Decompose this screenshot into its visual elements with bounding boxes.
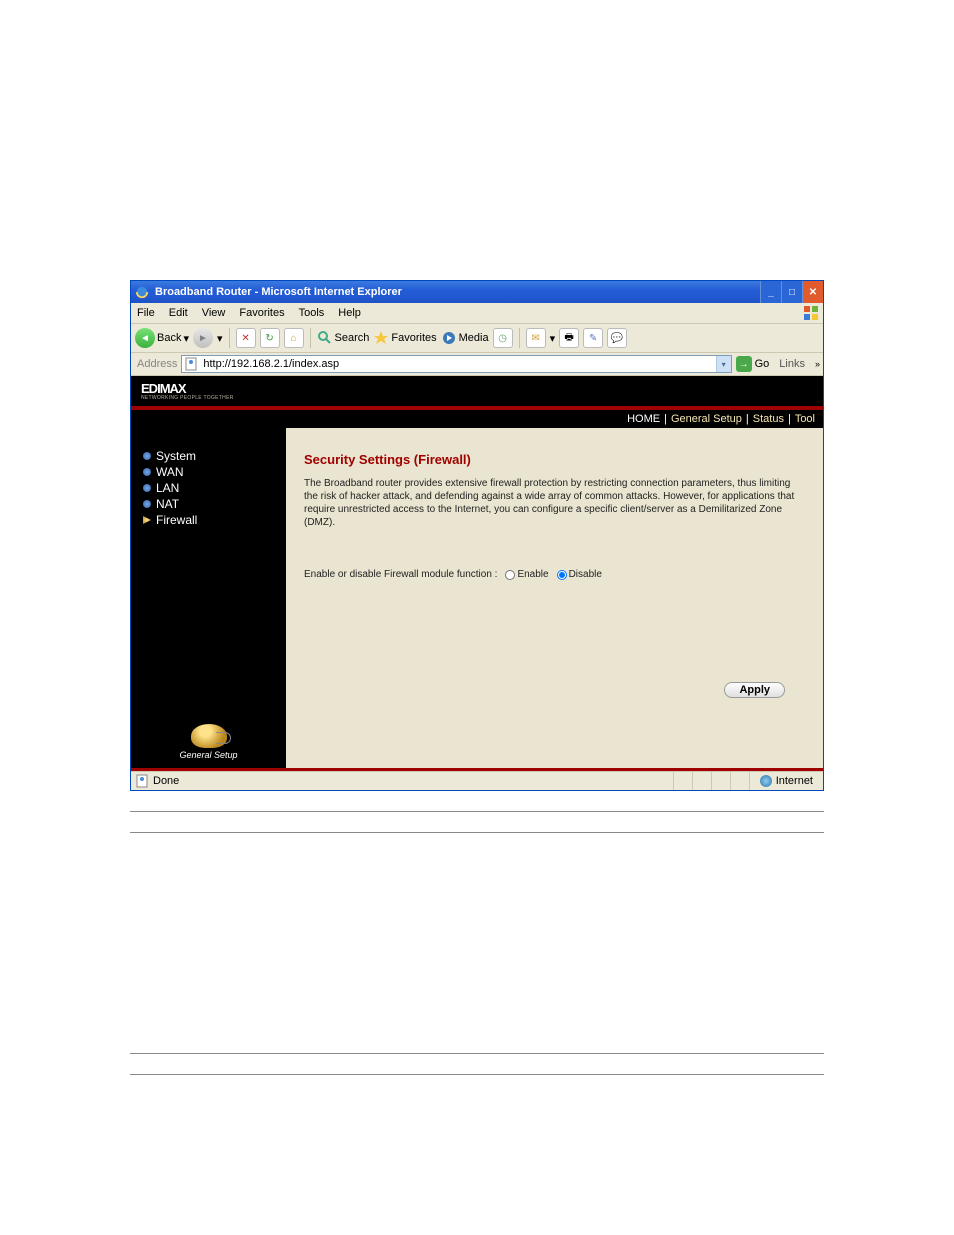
sidebar-item-lan[interactable]: LAN bbox=[131, 480, 286, 496]
mail-button[interactable]: ✉ bbox=[526, 328, 546, 348]
star-icon bbox=[373, 330, 389, 346]
back-icon: ◄ bbox=[135, 328, 155, 348]
zone-pane: Internet bbox=[749, 772, 823, 790]
ie-window: Broadband Router - Microsoft Internet Ex… bbox=[130, 280, 824, 791]
home-button[interactable]: ⌂ bbox=[284, 328, 304, 348]
page-rule-lines bbox=[130, 811, 824, 833]
refresh-button[interactable]: ↻ bbox=[260, 328, 280, 348]
menu-favorites[interactable]: Favorites bbox=[239, 307, 284, 319]
links-label[interactable]: Links bbox=[779, 358, 805, 370]
window-controls: _ □ ✕ bbox=[760, 281, 823, 303]
brand-tagline: NETWORKING PEOPLE TOGETHER bbox=[141, 395, 234, 401]
page-icon bbox=[184, 357, 198, 371]
disable-radio[interactable] bbox=[557, 570, 567, 580]
sidebar-item-firewall[interactable]: Firewall bbox=[131, 512, 286, 528]
search-icon bbox=[317, 330, 333, 346]
go-icon: → bbox=[736, 356, 752, 372]
zone-label: Internet bbox=[776, 775, 813, 787]
history-button[interactable]: ◷ bbox=[493, 328, 513, 348]
enable-radio[interactable] bbox=[505, 570, 515, 580]
bullet-icon bbox=[143, 468, 151, 476]
nav-general-setup[interactable]: General Setup bbox=[671, 413, 742, 425]
page-content: EDIMAX NETWORKING PEOPLE TOGETHER HOME |… bbox=[131, 376, 823, 771]
statusbar: Done Internet bbox=[131, 771, 823, 790]
address-bar: Address ▾ → Go Links » bbox=[131, 353, 823, 376]
favorites-button[interactable]: Favorites bbox=[373, 330, 436, 346]
firewall-toggle-row: Enable or disable Firewall module functi… bbox=[304, 569, 805, 580]
sidebar-footer: General Setup bbox=[131, 724, 286, 760]
print-button[interactable]: 🖶 bbox=[559, 328, 579, 348]
edit-button[interactable]: ✎ bbox=[583, 328, 603, 348]
forward-button[interactable]: ► bbox=[193, 328, 213, 348]
maximize-button[interactable]: □ bbox=[781, 281, 802, 303]
bullet-icon bbox=[143, 500, 151, 508]
minimize-button[interactable]: _ bbox=[760, 281, 781, 303]
bullet-icon bbox=[143, 452, 151, 460]
sidebar-item-wan[interactable]: WAN bbox=[131, 464, 286, 480]
address-input[interactable] bbox=[201, 357, 712, 371]
nav-tool[interactable]: Tool bbox=[795, 413, 815, 425]
stop-button[interactable]: ✕ bbox=[236, 328, 256, 348]
window-title: Broadband Router - Microsoft Internet Ex… bbox=[155, 286, 754, 298]
windows-flag-icon bbox=[803, 305, 819, 321]
address-dropdown[interactable]: ▾ bbox=[716, 356, 731, 372]
back-button[interactable]: ◄ Back ▾ bbox=[135, 328, 189, 348]
nav-status[interactable]: Status bbox=[753, 413, 784, 425]
section-description: The Broadband router provides extensive … bbox=[304, 477, 805, 529]
active-arrow-icon bbox=[143, 516, 151, 524]
page-rule-lines-bottom bbox=[130, 1053, 824, 1075]
sidebar: System WAN LAN NAT Firewall General Setu… bbox=[131, 428, 286, 768]
nav-home[interactable]: HOME bbox=[627, 413, 660, 425]
menu-help[interactable]: Help bbox=[338, 307, 361, 319]
main-panel: Security Settings (Firewall) The Broadba… bbox=[286, 428, 823, 768]
section-title: Security Settings (Firewall) bbox=[304, 452, 805, 467]
general-setup-label: General Setup bbox=[131, 750, 286, 760]
firewall-toggle-label: Enable or disable Firewall module functi… bbox=[304, 569, 497, 580]
menu-file[interactable]: File bbox=[137, 307, 155, 319]
address-label: Address bbox=[137, 358, 177, 370]
sidebar-item-system[interactable]: System bbox=[131, 448, 286, 464]
disable-option[interactable]: Disable bbox=[557, 569, 602, 580]
menu-edit[interactable]: Edit bbox=[169, 307, 188, 319]
done-page-icon bbox=[135, 774, 149, 788]
sidebar-item-nat[interactable]: NAT bbox=[131, 496, 286, 512]
apply-button[interactable]: Apply bbox=[724, 682, 785, 698]
menu-tools[interactable]: Tools bbox=[299, 307, 325, 319]
media-button[interactable]: Media bbox=[441, 330, 489, 346]
globe-icon bbox=[760, 775, 772, 787]
status-text: Done bbox=[153, 775, 669, 787]
general-setup-icon bbox=[191, 724, 227, 748]
menu-view[interactable]: View bbox=[202, 307, 226, 319]
status-panes: Internet bbox=[673, 772, 823, 790]
media-icon bbox=[441, 330, 457, 346]
topnav: HOME | General Setup | Status | Tool bbox=[131, 410, 823, 428]
enable-option[interactable]: Enable bbox=[505, 569, 548, 580]
red-accent-bottom bbox=[131, 768, 823, 771]
brand-bar: EDIMAX NETWORKING PEOPLE TOGETHER bbox=[131, 376, 823, 406]
search-button[interactable]: Search bbox=[317, 330, 370, 346]
discuss-button[interactable]: 💬 bbox=[607, 328, 627, 348]
brand-logo: EDIMAX bbox=[141, 382, 234, 395]
navigation-toolbar: ◄ Back ▾ ► ▾ ✕ ↻ ⌂ Search Favorites Medi… bbox=[131, 324, 823, 353]
address-field-wrap: ▾ bbox=[181, 355, 731, 373]
titlebar: Broadband Router - Microsoft Internet Ex… bbox=[131, 281, 823, 303]
bullet-icon bbox=[143, 484, 151, 492]
go-button[interactable]: → Go bbox=[736, 356, 770, 372]
close-button[interactable]: ✕ bbox=[802, 281, 823, 303]
ie-icon bbox=[135, 285, 149, 299]
menubar: File Edit View Favorites Tools Help bbox=[131, 303, 823, 324]
